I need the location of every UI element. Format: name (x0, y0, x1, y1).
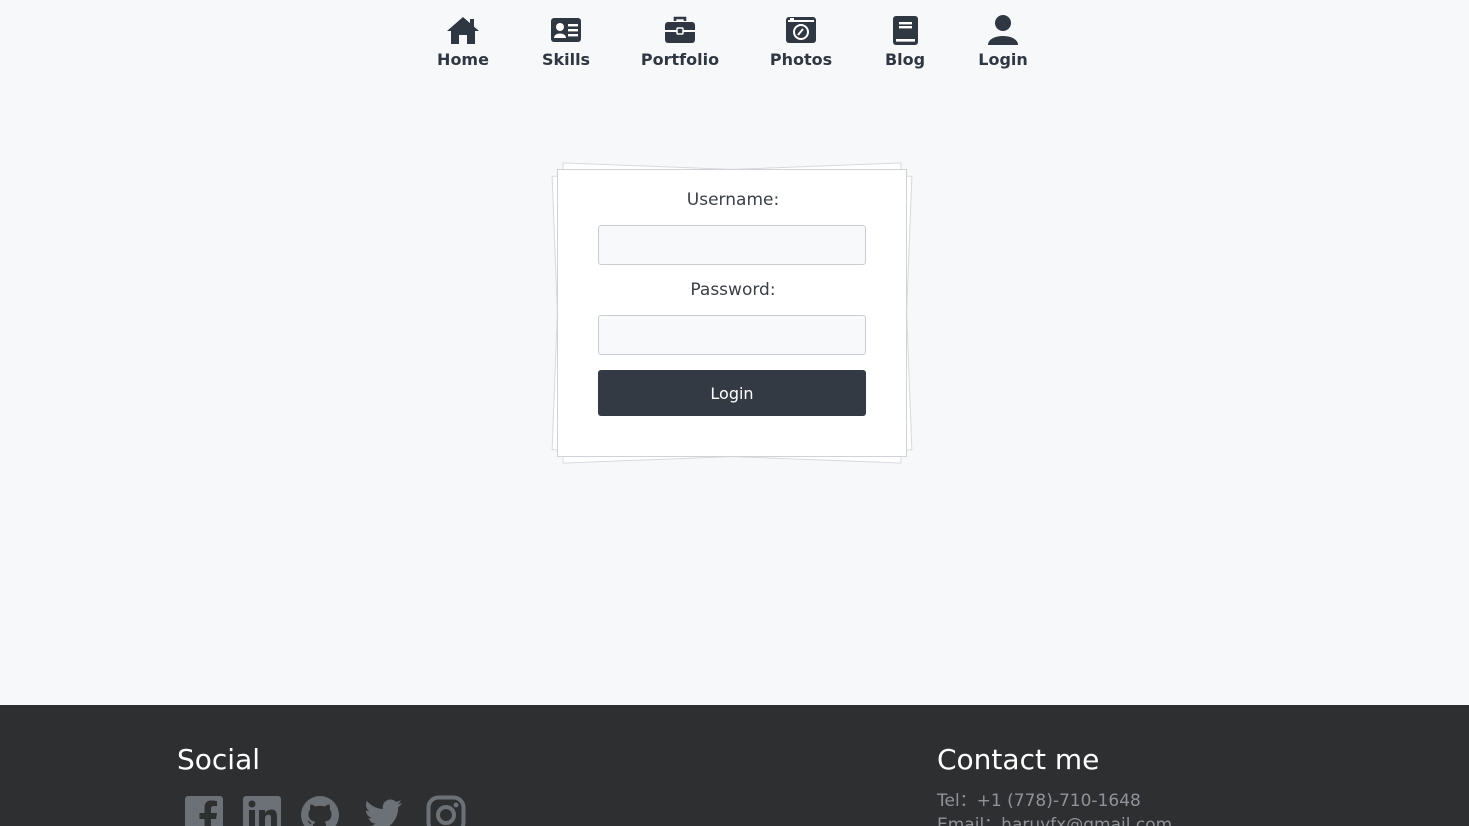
nav-item-skills[interactable]: Skills (541, 14, 591, 70)
contact-tel: Tel：+1 (778)-710-1648 (937, 791, 1141, 811)
login-button[interactable]: Login (598, 370, 866, 416)
twitter-link[interactable] (364, 795, 404, 826)
username-label: Username: (686, 190, 780, 210)
book-icon (893, 16, 918, 45)
nav-label-portfolio: Portfolio (640, 50, 720, 69)
facebook-icon (185, 796, 223, 826)
nav-label-home: Home (437, 50, 489, 69)
camera-icon (786, 17, 816, 43)
instagram-icon (426, 795, 466, 826)
github-icon (301, 796, 339, 826)
nav-label-login: Login (978, 50, 1028, 69)
nav-item-home[interactable]: Home (437, 14, 489, 70)
nav-label-skills: Skills (541, 50, 591, 69)
id-card-icon (551, 18, 581, 42)
nav-label-blog: Blog (884, 50, 926, 69)
social-title: Social (177, 743, 261, 776)
nav-item-blog[interactable]: Blog (884, 14, 926, 70)
main-nav: Home Skills Portfolio Photos Blog Login (0, 14, 1469, 74)
contact-title: Contact me (937, 743, 1100, 776)
user-icon (988, 15, 1018, 45)
facebook-link[interactable] (184, 795, 224, 826)
username-input[interactable] (598, 225, 866, 265)
password-input[interactable] (598, 315, 866, 355)
linkedin-icon (243, 796, 281, 826)
linkedin-link[interactable] (242, 795, 282, 826)
footer: Social Contact me Tel：+1 (778)-710-1648 … (0, 705, 1469, 826)
login-card: Username: Password: Login (551, 162, 913, 464)
contact-email[interactable]: Email：haruyfx@gmail.com (937, 810, 1172, 826)
nav-label-photos: Photos (769, 50, 833, 69)
login-form: Username: Password: Login (557, 169, 907, 457)
briefcase-icon (665, 16, 695, 43)
home-icon (447, 17, 479, 44)
nav-item-photos[interactable]: Photos (769, 14, 833, 70)
github-link[interactable] (300, 795, 340, 826)
twitter-icon (365, 799, 402, 826)
nav-item-portfolio[interactable]: Portfolio (640, 14, 720, 70)
password-label: Password: (690, 280, 776, 300)
nav-item-login[interactable]: Login (978, 14, 1028, 70)
instagram-link[interactable] (426, 795, 466, 826)
